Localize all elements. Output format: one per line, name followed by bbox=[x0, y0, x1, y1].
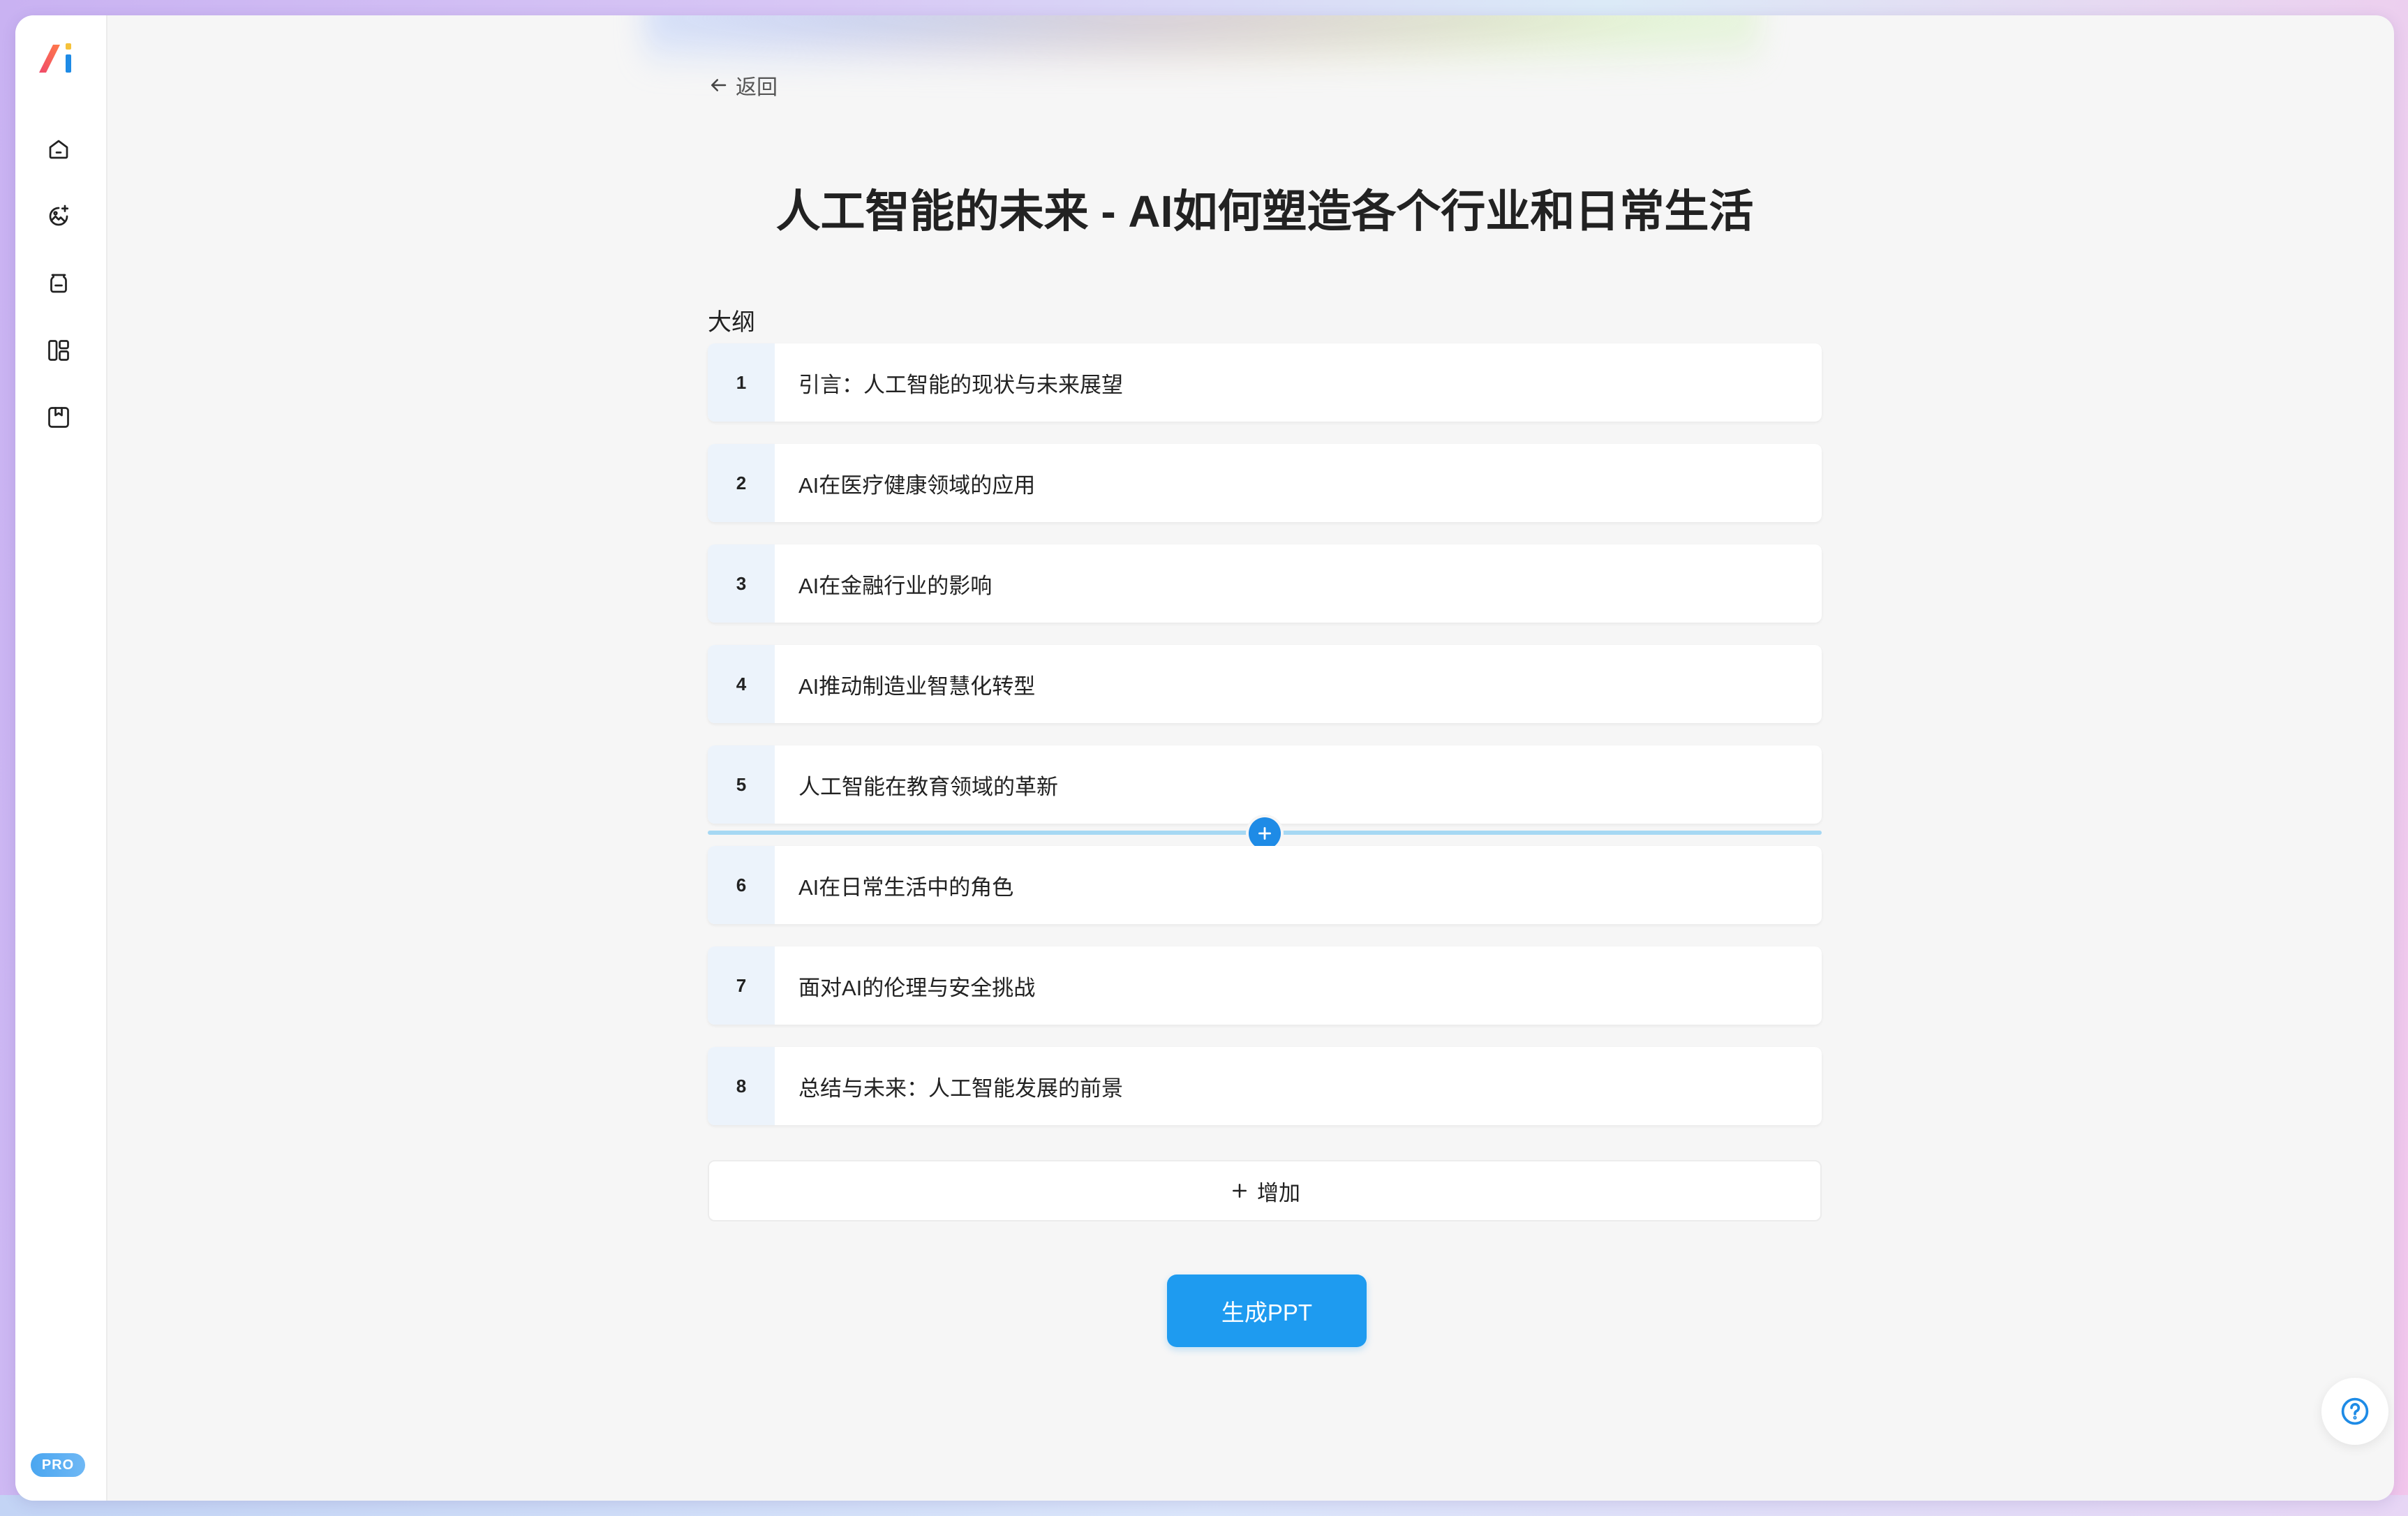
back-button[interactable]: 返回 bbox=[708, 70, 778, 101]
bookmark-box-icon[interactable] bbox=[43, 402, 74, 433]
add-item-label: 增加 bbox=[1257, 1180, 1300, 1205]
outline-item[interactable]: 2 AI在医疗健康领域的应用 bbox=[708, 444, 1822, 522]
outline-item[interactable]: 3 AI在金融行业的影响 bbox=[708, 544, 1822, 623]
outline-item-number: 4 bbox=[708, 645, 775, 723]
image-sparkle-icon[interactable] bbox=[43, 201, 74, 232]
outline-item-text[interactable]: 面对AI的伦理与安全挑战 bbox=[775, 946, 1822, 1025]
outline-item-text[interactable]: AI在金融行业的影响 bbox=[775, 544, 1822, 623]
outline-item[interactable]: 6 AI在日常生活中的角色 bbox=[708, 846, 1822, 924]
outline-item-number: 6 bbox=[708, 846, 775, 924]
outline-item-number: 1 bbox=[708, 343, 775, 422]
main-content: 返回 人工智能的未来 - AI如何塑造各个行业和日常生活 大纲 1 引言：人工智… bbox=[107, 15, 2394, 1501]
back-label: 返回 bbox=[736, 76, 778, 99]
home-icon[interactable] bbox=[43, 134, 74, 165]
app-window: PRO 返回 人工智能的未来 - AI如何塑造各个行业和日常生活 大纲 1 引言… bbox=[15, 15, 2394, 1501]
outline-heading: 大纲 bbox=[708, 309, 755, 336]
outline-item[interactable]: 1 引言：人工智能的现状与未来展望 bbox=[708, 343, 1822, 422]
arrow-left-icon bbox=[711, 79, 727, 91]
outline-item-text[interactable]: AI在日常生活中的角色 bbox=[775, 846, 1822, 924]
outline-item[interactable]: 8 总结与未来：人工智能发展的前景 bbox=[708, 1047, 1822, 1125]
outline-item-number: 2 bbox=[708, 444, 775, 522]
outline-item-text[interactable]: 引言：人工智能的现状与未来展望 bbox=[775, 343, 1822, 422]
outline-item-text[interactable]: AI在医疗健康领域的应用 bbox=[775, 444, 1822, 522]
plus-icon bbox=[1258, 827, 1271, 840]
layout-icon[interactable] bbox=[43, 335, 74, 366]
outline-item[interactable]: 7 面对AI的伦理与安全挑战 bbox=[708, 946, 1822, 1025]
outline-item[interactable]: 4 AI推动制造业智慧化转型 bbox=[708, 645, 1822, 723]
pro-badge: PRO bbox=[31, 1453, 85, 1477]
outline-item[interactable]: 5 人工智能在教育领域的革新 bbox=[708, 745, 1822, 824]
outline-item-number: 8 bbox=[708, 1047, 775, 1125]
outline-item-number: 7 bbox=[708, 946, 775, 1025]
outline-item-number: 5 bbox=[708, 745, 775, 824]
insert-item-button[interactable] bbox=[1249, 817, 1281, 849]
generate-ppt-button[interactable]: 生成PPT bbox=[1167, 1275, 1367, 1347]
outline-item-text[interactable]: 总结与未来：人工智能发展的前景 bbox=[775, 1047, 1822, 1125]
question-circle-icon bbox=[2341, 1397, 2369, 1425]
jar-icon[interactable] bbox=[43, 268, 74, 299]
outline-item-text[interactable]: 人工智能在教育领域的革新 bbox=[775, 745, 1822, 824]
outline-item-number: 3 bbox=[708, 544, 775, 623]
add-item-button[interactable]: 增加 bbox=[708, 1160, 1822, 1221]
app-logo[interactable] bbox=[35, 38, 81, 80]
plus-icon bbox=[1233, 1184, 1247, 1198]
page-title: 人工智能的未来 - AI如何塑造各个行业和日常生活 bbox=[775, 186, 1754, 237]
outline-item-text[interactable]: AI推动制造业智慧化转型 bbox=[775, 645, 1822, 723]
help-button[interactable] bbox=[2321, 1378, 2388, 1445]
sidebar: PRO bbox=[15, 15, 107, 1501]
